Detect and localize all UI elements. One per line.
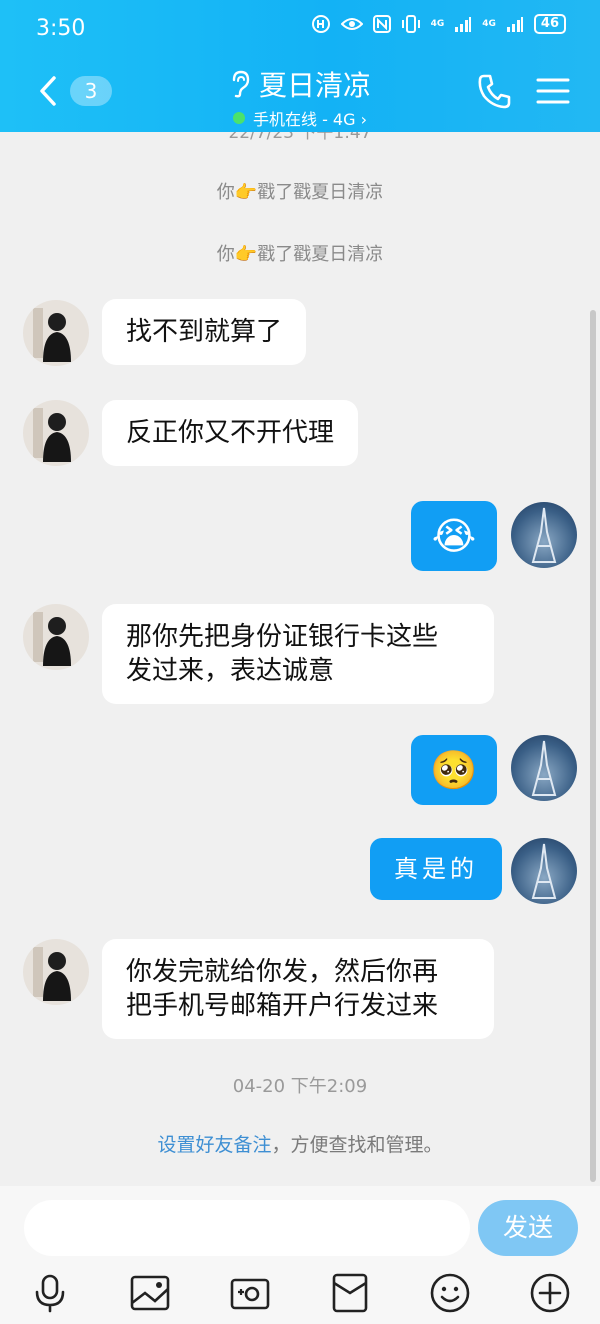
my-emoji-bubble[interactable]: 😭 — [411, 501, 497, 571]
online-dot — [232, 112, 245, 124]
menu-icon[interactable] — [536, 76, 570, 106]
chat-area[interactable]: 22/7/23 下午1:47 你👉戳了戳夏日清凉 你👉戳了戳夏日清凉 找不到就算… — [0, 132, 600, 1186]
poke-message: 你👉戳了戳夏日清凉 — [0, 178, 600, 204]
hd-icon — [311, 15, 330, 33]
online-status[interactable]: 手机在线 - 4G › — [232, 106, 367, 130]
phone-icon[interactable] — [476, 72, 512, 110]
message-line: 发过来，表达诚意 — [126, 656, 335, 686]
remark-tip: 设置好友备注，方便查找和管理。 — [0, 1130, 600, 1157]
my-avatar[interactable] — [511, 502, 577, 568]
my-emoji-bubble[interactable]: 🥺 — [411, 735, 497, 805]
battery-indicator: 46 — [533, 14, 566, 34]
chat-header: 3:50 4G 4G 46 3 夏日清凉 手机在线 - 4G › — [0, 0, 600, 132]
poke-message: 你👉戳了戳夏日清凉 — [0, 240, 600, 266]
friend-avatar[interactable] — [23, 604, 89, 670]
title-line: 夏日清凉 — [229, 64, 371, 104]
eye-icon — [340, 18, 363, 30]
status-bar: 3:50 4G 4G 46 — [0, 0, 600, 56]
message-input[interactable] — [24, 1200, 470, 1256]
poke-actor: 你 — [216, 244, 235, 265]
my-avatar[interactable] — [511, 838, 577, 904]
set-remark-link[interactable]: 设置好友备注 — [157, 1134, 271, 1156]
timestamp: 22/7/23 下午1:47 — [228, 132, 372, 143]
toolbar — [0, 1268, 600, 1318]
message-bubble[interactable]: 你发完就给你发，然后你再 把手机号邮箱开户行发过来 — [102, 939, 494, 1039]
poke-emoji: 👉 — [234, 244, 258, 265]
message-line: 你发完就给你发，然后你再 — [126, 957, 439, 987]
date-stamp: 04-20 下午2:09 — [232, 1076, 368, 1097]
my-avatar[interactable] — [511, 735, 577, 801]
emoji-icon[interactable] — [429, 1272, 471, 1314]
remark-tip-text: ，方便查找和管理。 — [271, 1134, 443, 1156]
my-message-bubble[interactable]: 真是的 — [370, 838, 502, 900]
status-time: 3:50 — [36, 16, 86, 41]
signal-icon-1 — [455, 17, 472, 32]
plus-icon[interactable] — [529, 1272, 571, 1314]
image-icon[interactable] — [129, 1272, 171, 1314]
send-button[interactable]: 发送 — [478, 1200, 578, 1256]
poke-emoji: 👉 — [234, 182, 258, 203]
friend-avatar[interactable] — [23, 939, 89, 1005]
scrollbar[interactable] — [590, 310, 596, 1182]
signal-label-2: 4G — [482, 19, 496, 29]
microphone-icon[interactable] — [29, 1272, 71, 1314]
friend-avatar[interactable] — [23, 400, 89, 466]
message-line: 把手机号邮箱开户行发过来 — [126, 991, 439, 1021]
contact-name: 夏日清凉 — [258, 69, 371, 102]
ear-icon — [232, 70, 250, 98]
message-line: 那你先把身份证银行卡这些 — [126, 622, 439, 652]
red-packet-icon[interactable] — [329, 1272, 371, 1314]
nfc-icon — [372, 15, 391, 33]
friend-avatar[interactable] — [23, 300, 89, 366]
signal-icon-2 — [506, 17, 523, 32]
poke-text: 戳了戳夏日清凉 — [257, 244, 384, 265]
message-bubble[interactable]: 反正你又不开代理 — [102, 400, 359, 466]
poke-text: 戳了戳夏日清凉 — [257, 182, 384, 203]
camera-icon[interactable] — [229, 1272, 271, 1314]
online-status-text: 手机在线 - 4G › — [252, 110, 367, 129]
input-bar: 发送 — [0, 1186, 600, 1324]
signal-label-1: 4G — [430, 19, 445, 29]
message-bubble[interactable]: 那你先把身份证银行卡这些 发过来，表达诚意 — [102, 604, 494, 704]
poke-actor: 你 — [216, 182, 235, 203]
status-icons: 4G 4G 46 — [311, 14, 566, 34]
message-bubble[interactable]: 找不到就算了 — [102, 299, 307, 365]
vibrate-icon — [401, 15, 420, 33]
